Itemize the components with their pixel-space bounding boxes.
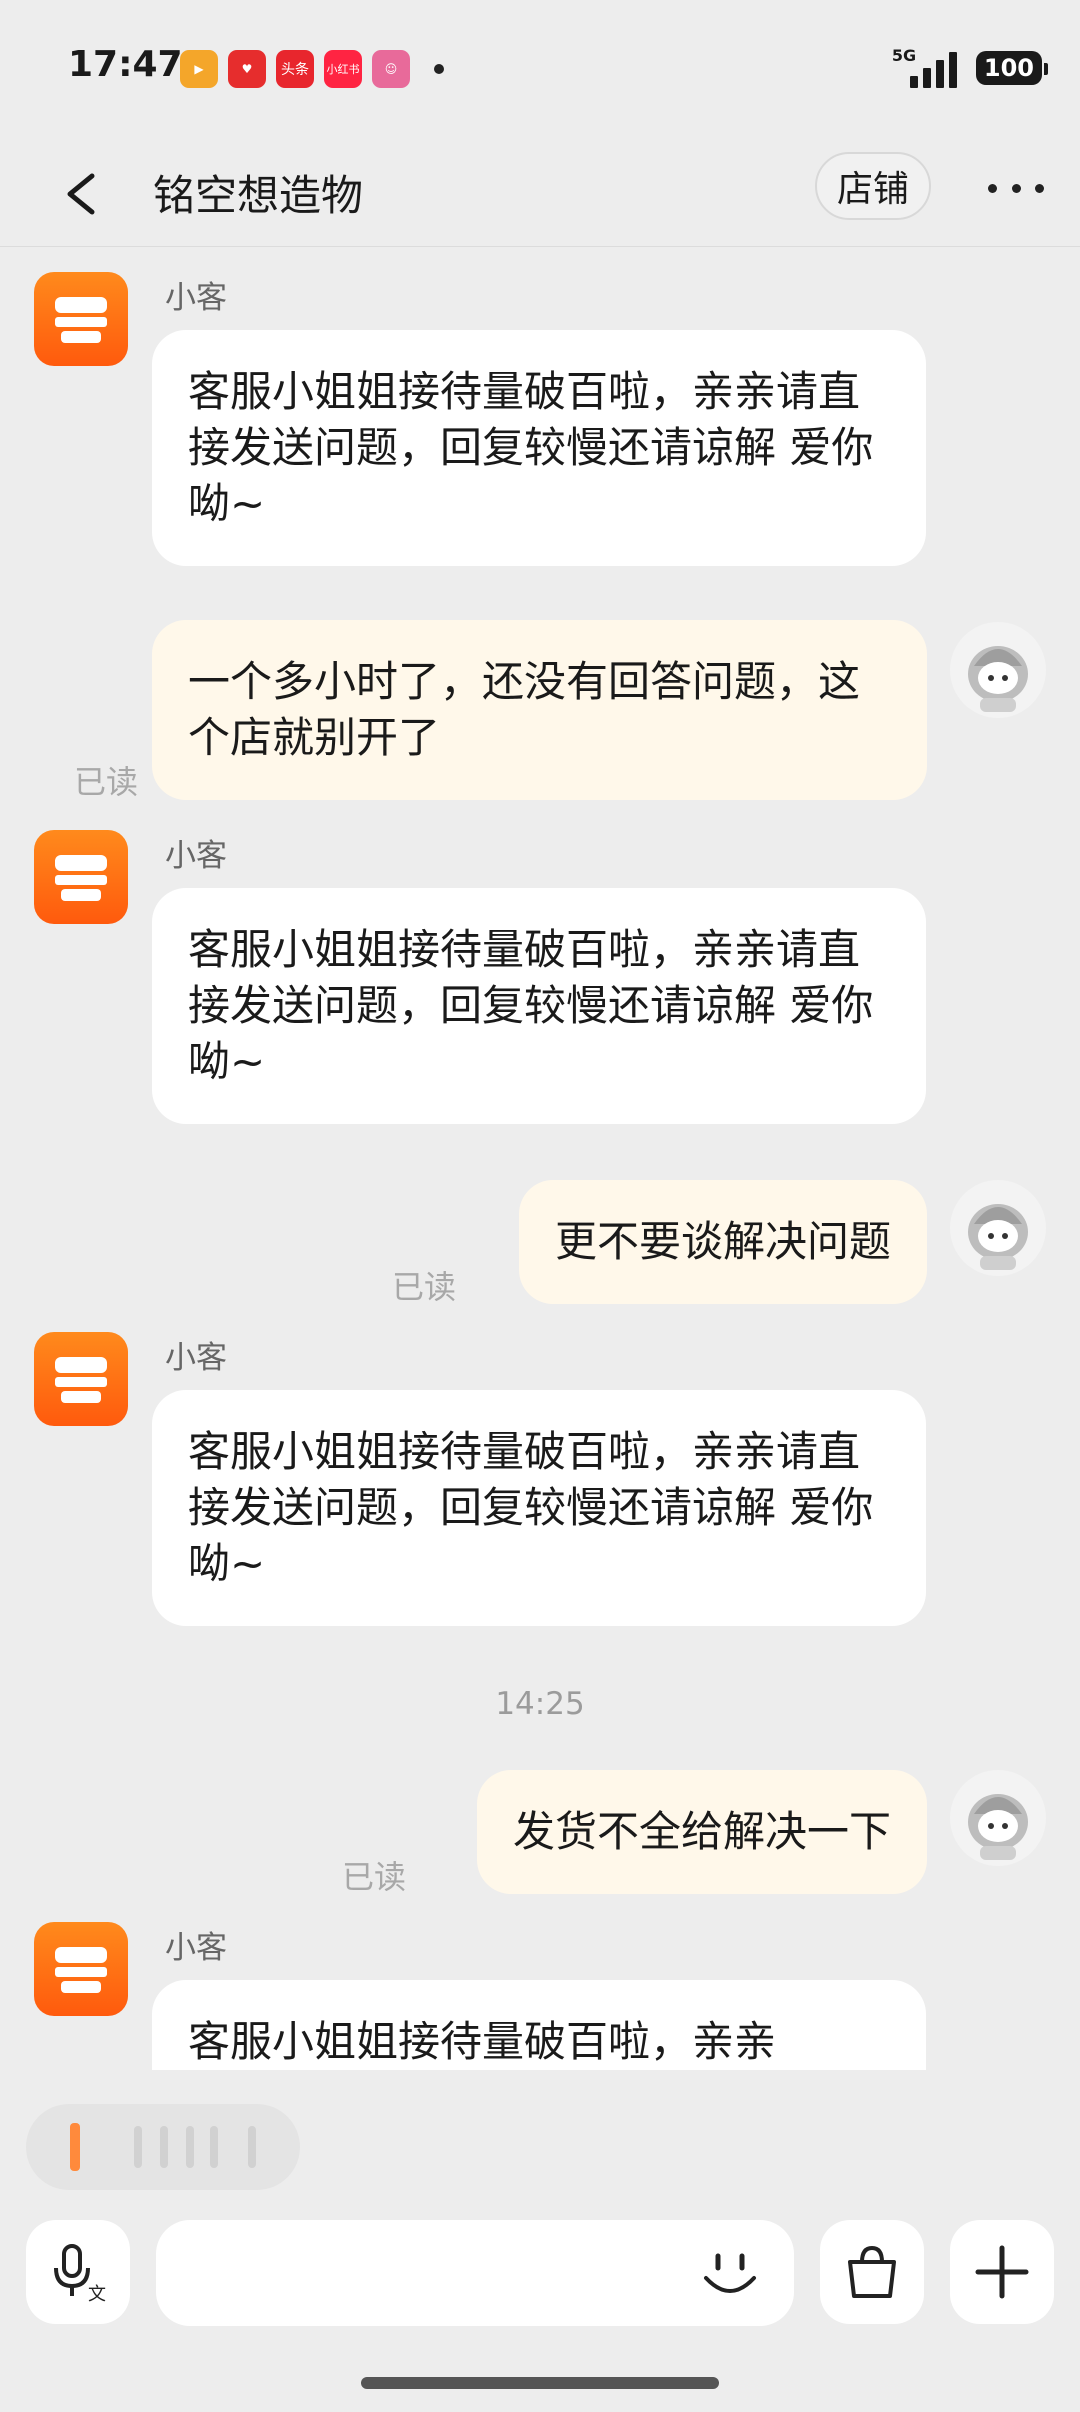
waveform-bar	[210, 2126, 218, 2168]
shop-logo-icon	[55, 1357, 107, 1403]
waveform-bar	[70, 2123, 80, 2171]
back-arrow-icon	[67, 173, 95, 215]
shop-name: 铭空想造物	[153, 171, 364, 220]
microphone-icon: 文	[54, 2244, 106, 2304]
incoming-message[interactable]: 客服小姐姐接待量破百啦，亲亲请直接发送问题，回复较慢还请谅解 爱你呦~	[152, 888, 926, 1124]
voice-recording-chip[interactable]	[26, 2104, 300, 2190]
pinduoduo-icon: ♥	[228, 50, 266, 88]
plus-icon	[975, 2245, 1029, 2299]
product-bag-button[interactable]	[820, 2220, 924, 2324]
sender-name: 小客	[165, 280, 227, 316]
status-indicators: 5G 100	[892, 46, 1049, 88]
outgoing-message[interactable]: 更不要谈解决问题	[518, 1180, 927, 1304]
waveform-bar	[134, 2126, 142, 2168]
notification-icons: ▶ ♥ 头条 小红书 ☺	[180, 50, 444, 88]
shop-logo-icon	[55, 297, 107, 343]
more-options-icon[interactable]	[988, 180, 1044, 196]
sender-name: 小客	[165, 1340, 227, 1376]
shop-avatar[interactable]	[34, 830, 128, 924]
waveform-bar	[248, 2126, 256, 2168]
timestamp: 14:25	[495, 1686, 585, 1722]
read-receipt: 已读	[392, 1268, 457, 1306]
user-avatar[interactable]	[950, 622, 1046, 718]
shop-logo-icon	[55, 855, 107, 901]
status-time: 17:47	[68, 44, 183, 85]
waveform-bar	[160, 2126, 168, 2168]
store-button[interactable]: 店铺	[815, 152, 931, 220]
incoming-message[interactable]: 客服小姐姐接待量破百啦，亲亲请直接发送问题，回复较慢还请谅解 爱你呦~	[152, 1390, 926, 1626]
svg-text:文: 文	[88, 2284, 106, 2304]
more-actions-button[interactable]	[950, 2220, 1054, 2324]
message-list[interactable]: 小客 客服小姐姐接待量破百啦，亲亲请直接发送问题，回复较慢还请谅解 爱你呦~ 一…	[0, 250, 1080, 2070]
back-button[interactable]	[56, 158, 116, 228]
sender-name: 小客	[165, 1930, 227, 1966]
waveform-bar	[186, 2126, 194, 2168]
shopping-bag-icon	[848, 2245, 896, 2298]
more-notifications-dot	[434, 64, 444, 74]
shop-avatar[interactable]	[34, 272, 128, 366]
signal-icon: 5G	[892, 46, 962, 88]
sender-name: 小客	[165, 838, 227, 874]
user-avatar-icon	[968, 1204, 1028, 1270]
shop-avatar[interactable]	[34, 1922, 128, 2016]
video-app-icon: ▶	[180, 50, 218, 88]
message-input[interactable]	[156, 2220, 794, 2326]
input-bar: 文	[0, 2200, 1080, 2370]
incoming-message[interactable]: 客服小姐姐接待量破百啦，亲亲请直接发送问题，回复较慢还请谅解 爱你呦~	[152, 330, 926, 566]
status-bar: 17:47 ▶ ♥ 头条 小红书 ☺ 5G 100	[0, 0, 1080, 140]
battery-icon: 100	[975, 51, 1049, 85]
user-avatar[interactable]	[950, 1180, 1046, 1276]
emoji-button[interactable]	[700, 2244, 760, 2304]
toutiao-icon: 头条	[276, 50, 314, 88]
emoji-icon	[704, 2253, 756, 2293]
shop-logo-icon	[55, 1947, 107, 1993]
chat-header: 铭空想造物 店铺	[0, 140, 1080, 247]
voice-input-button[interactable]: 文	[26, 2220, 130, 2324]
incoming-message[interactable]: 客服小姐姐接待量破百啦，亲亲	[152, 1980, 926, 2070]
user-avatar-icon	[968, 1794, 1028, 1860]
read-receipt: 已读	[342, 1858, 407, 1896]
user-avatar[interactable]	[950, 1770, 1046, 1866]
home-indicator[interactable]	[361, 2377, 719, 2389]
outgoing-message[interactable]: 发货不全给解决一下	[476, 1770, 927, 1894]
shop-avatar[interactable]	[34, 1332, 128, 1426]
user-avatar-icon	[968, 646, 1028, 712]
xiaohongshu-icon: 小红书	[324, 50, 362, 88]
game-app-icon: ☺	[372, 50, 410, 88]
outgoing-message[interactable]: 一个多小时了，还没有回答问题，这个店就别开了	[152, 620, 927, 800]
read-receipt: 已读	[74, 763, 139, 801]
